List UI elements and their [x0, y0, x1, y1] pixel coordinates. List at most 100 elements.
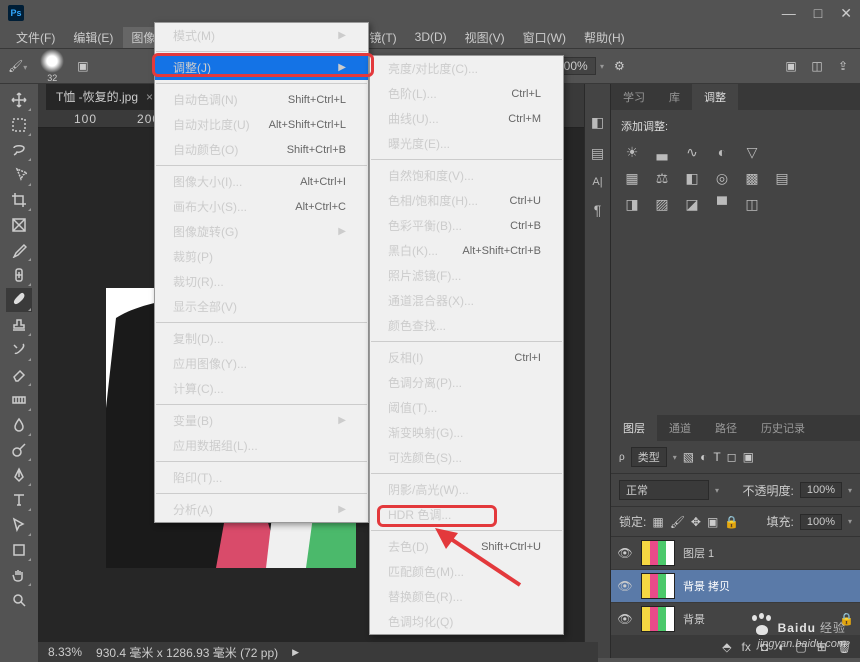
vibrance-icon[interactable]: ▽: [741, 142, 763, 162]
menu-3D(D)[interactable]: 3D(D): [407, 28, 455, 46]
menu-item[interactable]: 图像旋转(G)▶: [155, 219, 368, 244]
colorlookup-icon[interactable]: ▤: [771, 168, 793, 188]
menu-item[interactable]: 渐变映射(G)...: [370, 420, 563, 445]
menu-item[interactable]: 图像大小(I)...Alt+Ctrl+I: [155, 169, 368, 194]
link-layers-icon[interactable]: ⬘: [722, 640, 731, 654]
menu-item[interactable]: 复制(D)...: [155, 326, 368, 351]
layer-row[interactable]: 👁图层 1: [611, 537, 860, 570]
chanmix-icon[interactable]: ▩: [741, 168, 763, 188]
shape-tool[interactable]: [6, 538, 32, 562]
menu-item[interactable]: 曲线(U)...Ctrl+M: [370, 106, 563, 131]
gradient-tool[interactable]: [6, 388, 32, 412]
brush-settings-icon[interactable]: ▣: [77, 59, 88, 73]
brush-tool[interactable]: [6, 288, 32, 312]
zoom-level[interactable]: 8.33%: [48, 645, 82, 659]
menu-item[interactable]: 照片滤镜(F)...: [370, 263, 563, 288]
menu-窗口(W)[interactable]: 窗口(W): [515, 27, 574, 48]
menu-item[interactable]: 计算(C)...: [155, 376, 368, 401]
symmetry-icon[interactable]: ▣: [782, 57, 800, 75]
hue-icon[interactable]: ▦: [621, 168, 643, 188]
menu-item[interactable]: 模式(M)▶: [155, 23, 368, 48]
crop-tool[interactable]: [6, 188, 32, 212]
levels-icon[interactable]: ▃: [651, 142, 673, 162]
filter-pixel-icon[interactable]: ▧: [683, 450, 694, 464]
menu-item[interactable]: 自动对比度(U)Alt+Shift+Ctrl+L: [155, 112, 368, 137]
visibility-icon[interactable]: 👁: [617, 579, 633, 593]
share-icon[interactable]: ⇪: [834, 57, 852, 75]
blend-mode-select[interactable]: 正常: [619, 480, 709, 500]
blur-tool[interactable]: [6, 413, 32, 437]
menu-item[interactable]: 应用图像(Y)...: [155, 351, 368, 376]
menu-帮助(H)[interactable]: 帮助(H): [576, 27, 633, 48]
close-tab-icon[interactable]: ×: [146, 90, 153, 104]
menu-item[interactable]: 色彩平衡(B)...Ctrl+B: [370, 213, 563, 238]
tab-图层[interactable]: 图层: [611, 415, 657, 441]
menu-item[interactable]: 通道混合器(X)...: [370, 288, 563, 313]
menu-视图(V)[interactable]: 视图(V): [457, 27, 513, 48]
tab-通道[interactable]: 通道: [657, 415, 703, 441]
hand-tool[interactable]: [6, 563, 32, 587]
quickmask-icon[interactable]: ◫: [808, 57, 826, 75]
layer-kind-filter[interactable]: 类型: [631, 447, 667, 467]
menu-item[interactable]: 自动色调(N)Shift+Ctrl+L: [155, 87, 368, 112]
bw-icon[interactable]: ◧: [681, 168, 703, 188]
menu-item[interactable]: 调整(J)▶: [155, 55, 368, 80]
menu-item[interactable]: HDR 色调...: [370, 502, 563, 527]
quick-select-tool[interactable]: [6, 163, 32, 187]
menu-item[interactable]: 黑白(K)...Alt+Shift+Ctrl+B: [370, 238, 563, 263]
menu-item[interactable]: 可选颜色(S)...: [370, 445, 563, 470]
document-tab[interactable]: T恤 -恢复的.jpg×: [46, 84, 167, 110]
gradmap-icon[interactable]: ▀: [711, 194, 733, 214]
filter-shape-icon[interactable]: ◻: [727, 450, 737, 464]
tab-历史记录[interactable]: 历史记录: [749, 415, 817, 441]
eraser-tool[interactable]: [6, 363, 32, 387]
layer-opacity-input[interactable]: 100%: [800, 482, 842, 498]
zoom-tool[interactable]: [6, 588, 32, 612]
tool-preset-icon[interactable]: 🖌▾: [8, 59, 27, 73]
filter-type-icon[interactable]: T: [713, 450, 720, 464]
menu-item[interactable]: 阴影/高光(W)...: [370, 477, 563, 502]
smooth-settings-icon[interactable]: ⚙: [614, 59, 625, 73]
lock-trans-icon[interactable]: ▦: [652, 515, 663, 529]
minimize-button[interactable]: —: [782, 5, 796, 22]
maximize-button[interactable]: □: [814, 5, 822, 22]
tab-库[interactable]: 库: [657, 84, 692, 110]
colorbal-icon[interactable]: ⚖: [651, 168, 673, 188]
menu-item[interactable]: 自然饱和度(V)...: [370, 163, 563, 188]
close-button[interactable]: ✕: [840, 5, 852, 22]
menu-编辑(E)[interactable]: 编辑(E): [65, 27, 121, 48]
menu-item[interactable]: 曝光度(E)...: [370, 131, 563, 156]
menu-item[interactable]: 反相(I)Ctrl+I: [370, 345, 563, 370]
layer-row[interactable]: 👁背景 拷贝: [611, 570, 860, 603]
invert-icon[interactable]: ◨: [621, 194, 643, 214]
curves-icon[interactable]: ∿: [681, 142, 703, 162]
history-brush-tool[interactable]: [6, 338, 32, 362]
type-tool[interactable]: [6, 488, 32, 512]
threshold-icon[interactable]: ◪: [681, 194, 703, 214]
tab-路径[interactable]: 路径: [703, 415, 749, 441]
selcolor-icon[interactable]: ◫: [741, 194, 763, 214]
pen-tool[interactable]: [6, 463, 32, 487]
char-panel-icon[interactable]: A|: [592, 176, 602, 188]
exposure-icon[interactable]: ◐: [711, 142, 733, 162]
menu-item[interactable]: 显示全部(V): [155, 294, 368, 319]
move-tool[interactable]: [6, 88, 32, 112]
lasso-tool[interactable]: [6, 138, 32, 162]
lock-nest-icon[interactable]: ▣: [707, 515, 718, 529]
menu-item[interactable]: 色阶(L)...Ctrl+L: [370, 81, 563, 106]
tab-学习[interactable]: 学习: [611, 84, 657, 110]
posterize-icon[interactable]: ▨: [651, 194, 673, 214]
menu-item[interactable]: 颜色查找...: [370, 313, 563, 338]
lock-all-icon[interactable]: 🔒: [724, 515, 739, 529]
filter-smart-icon[interactable]: ▣: [743, 450, 754, 464]
lock-pos-icon[interactable]: ✥: [691, 515, 701, 529]
frame-tool[interactable]: [6, 213, 32, 237]
brush-preview[interactable]: 32: [37, 49, 67, 83]
menu-item[interactable]: 亮度/对比度(C)...: [370, 56, 563, 81]
menu-item[interactable]: 色调分离(P)...: [370, 370, 563, 395]
fill-input[interactable]: 100%: [800, 514, 842, 530]
tab-调整[interactable]: 调整: [692, 84, 738, 110]
filter-adjust-icon[interactable]: ◐: [700, 450, 707, 464]
color-panel-icon[interactable]: ◧: [591, 114, 604, 131]
brightness-icon[interactable]: ☀: [621, 142, 643, 162]
